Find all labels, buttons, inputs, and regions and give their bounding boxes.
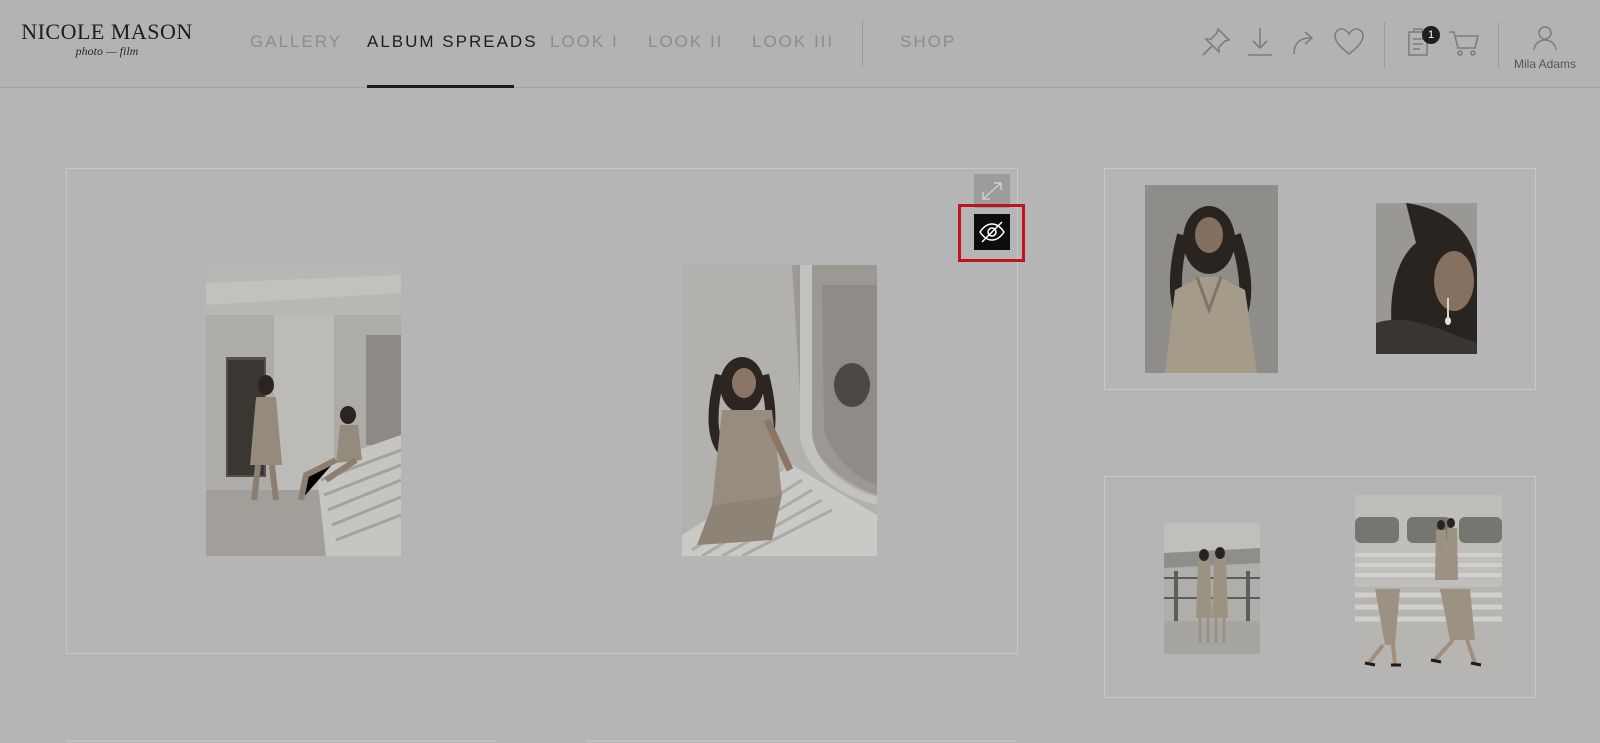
spread-thumb-1[interactable] [1104,168,1536,390]
user-icon [1533,26,1557,51]
user-menu[interactable]: Mila Adams [1500,24,1590,71]
photo-two-women-deck[interactable] [1164,523,1260,654]
page-divider-right [586,740,1016,742]
expand-button[interactable] [974,174,1010,208]
photo-woman-coat[interactable] [1145,185,1278,373]
logo-tagline: photo — film [75,44,139,58]
photo-earring-closeup[interactable] [1376,203,1477,354]
nav-look-2[interactable]: LOOK II [648,32,723,52]
spread-thumb-2[interactable] [1104,476,1536,698]
toolbar-divider-2 [1498,22,1499,68]
spread-main[interactable] [66,168,1018,654]
nav-divider [862,20,863,66]
nav-shop[interactable]: SHOP [900,32,956,52]
photo-woman-window[interactable] [682,265,877,556]
heart-icon[interactable] [1331,24,1367,60]
cart-icon[interactable] [1446,24,1482,60]
pin-icon[interactable] [1198,24,1234,60]
nav-look-3[interactable]: LOOK III [752,32,834,52]
nav-album-spreads[interactable]: ALBUM SPREADS [367,32,538,52]
photo-ferry-collage[interactable] [1355,495,1502,680]
share-icon[interactable] [1286,24,1322,60]
nav-look-1[interactable]: LOOK I [550,32,619,52]
top-header: NICOLE MASON photo — film GALLERY ALBUM … [0,0,1600,88]
active-tab-indicator [367,85,514,88]
brand-logo[interactable]: NICOLE MASON photo — film [16,19,198,59]
expand-icon [982,182,1002,200]
logo-name: NICOLE MASON [21,19,193,44]
nav-gallery[interactable]: GALLERY [250,32,342,52]
user-name: Mila Adams [1513,57,1577,71]
toolbar-divider [1384,22,1385,68]
highlight-box [958,204,1025,262]
clipboard-badge: 1 [1422,26,1440,44]
download-icon[interactable] [1242,24,1278,60]
photo-ferry-bench[interactable] [206,265,401,556]
page-divider-left [66,740,496,742]
